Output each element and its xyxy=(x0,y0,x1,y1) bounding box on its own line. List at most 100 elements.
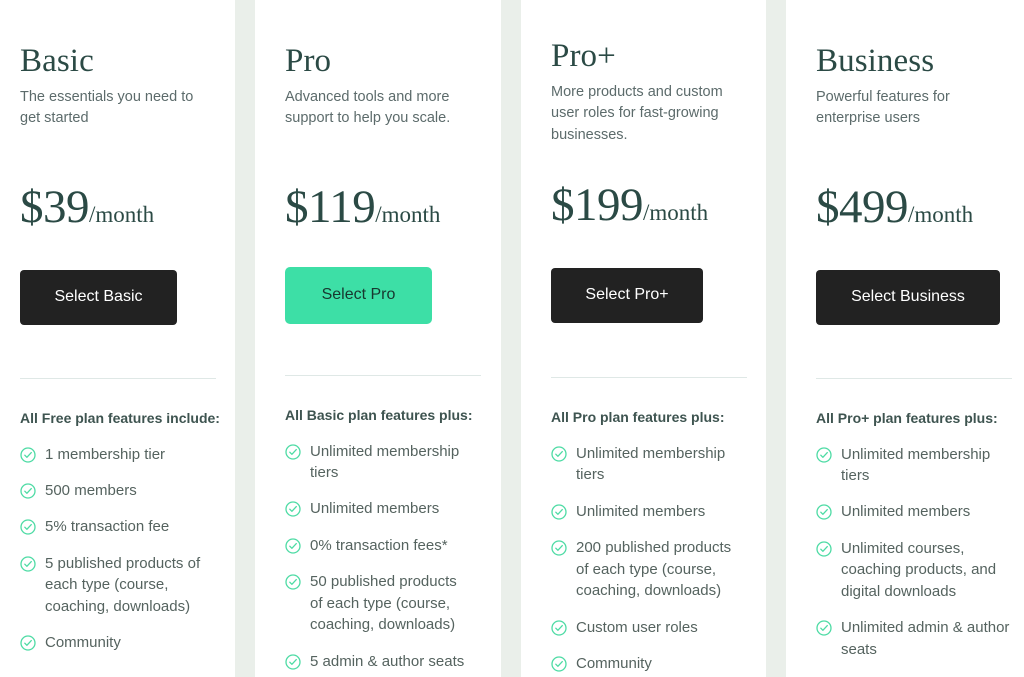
select-plan-button-pro[interactable]: Select Pro xyxy=(285,266,432,324)
plan-name: Pro xyxy=(285,43,332,79)
plan-name: Basic xyxy=(20,43,94,79)
feature-list-item: 1 membership tier xyxy=(20,444,215,465)
feature-label: Unlimited members xyxy=(576,502,706,520)
feature-list-item: Unlimited courses, coaching products, an… xyxy=(816,538,1011,602)
features-list: Unlimited membership tiers Unlimited mem… xyxy=(816,444,1011,661)
feature-label: 500 members xyxy=(45,482,137,500)
feature-list-item: Unlimited members xyxy=(285,498,468,519)
features-heading: All Basic plan features plus: xyxy=(285,406,473,423)
check-circle-icon xyxy=(285,501,301,518)
feature-label: Community xyxy=(45,634,121,652)
price-amount: $199 xyxy=(551,178,644,231)
select-plan-button-business[interactable]: Select Business xyxy=(816,269,1000,325)
check-circle-icon xyxy=(20,635,36,651)
check-circle-icon xyxy=(551,504,567,520)
feature-label: 50 published products of each type (cour… xyxy=(310,573,457,634)
price-amount: $119 xyxy=(285,180,376,233)
feature-label: 5 published products of each type (cours… xyxy=(45,554,201,615)
feature-label: Unlimited membership tiers xyxy=(576,444,726,484)
section-divider xyxy=(20,377,216,379)
plan-price: $39/month xyxy=(20,180,215,234)
pricing-plans-page: Basic The essentials you need to get sta… xyxy=(0,0,1024,677)
feature-label: 0% transaction fees* xyxy=(310,536,448,554)
check-circle-icon xyxy=(285,574,301,590)
price-period: /month xyxy=(375,201,441,227)
feature-list-item: 200 published products of each type (cou… xyxy=(551,537,744,601)
column-gutter-3 xyxy=(766,0,786,677)
feature-list-item: Unlimited membership tiers xyxy=(551,443,744,486)
features-list: Unlimited membership tiers Unlimited mem… xyxy=(551,443,744,675)
check-circle-icon xyxy=(285,443,301,460)
check-circle-icon xyxy=(816,620,832,636)
column-gutter-1 xyxy=(235,0,255,677)
select-plan-button-basic[interactable]: Select Basic xyxy=(20,269,177,325)
check-circle-icon xyxy=(20,556,36,572)
price-amount: $499 xyxy=(816,180,909,233)
feature-list-item: 5 published products of each type (cours… xyxy=(20,553,215,617)
feature-list-item: Community xyxy=(551,653,744,674)
check-circle-icon xyxy=(20,483,36,499)
check-circle-icon xyxy=(20,446,36,463)
feature-list-item: Unlimited membership tiers xyxy=(285,441,468,484)
feature-list-item: 0% transaction fees* xyxy=(285,535,468,556)
feature-label: Unlimited members xyxy=(310,500,440,518)
features-list: 1 membership tier 500 members 5% transac… xyxy=(20,444,215,654)
feature-label: Custom user roles xyxy=(576,618,698,636)
feature-list-item: Unlimited membership tiers xyxy=(816,444,1011,487)
feature-label: 5 admin & author seats xyxy=(310,652,465,670)
feature-label: Unlimited courses, coaching products, an… xyxy=(841,539,997,600)
feature-list-item: Community xyxy=(20,632,215,653)
column-gutter-2 xyxy=(501,0,521,677)
plan-card-pro: Pro Advanced tools and more support to h… xyxy=(255,0,490,677)
feature-list-item: Unlimited members xyxy=(816,501,1011,522)
feature-list-item: Unlimited members xyxy=(551,501,744,522)
section-divider xyxy=(551,376,747,378)
features-list: Unlimited membership tiers Unlimited mem… xyxy=(285,441,468,673)
plan-description: Powerful features for enterprise users xyxy=(816,88,950,127)
plan-card-pro-plus: Pro+ More products and custom user roles… xyxy=(521,0,756,677)
check-circle-icon xyxy=(285,538,301,554)
feature-list-item: 500 members xyxy=(20,480,215,501)
feature-label: Unlimited membership tiers xyxy=(310,442,460,482)
features-heading: All Pro plan features plus: xyxy=(551,408,725,425)
check-circle-icon xyxy=(816,504,832,521)
feature-list-item: 5% transaction fee xyxy=(20,516,215,537)
feature-label: Unlimited membership tiers xyxy=(841,445,991,485)
price-period: /month xyxy=(643,199,709,225)
section-divider xyxy=(285,374,481,376)
feature-list-item: 50 published products of each type (cour… xyxy=(285,571,468,635)
feature-list-item: Custom user roles xyxy=(551,617,744,638)
feature-label: Unlimited members xyxy=(841,503,971,521)
feature-list-item: Unlimited admin & author seats xyxy=(816,617,1011,660)
plan-card-basic: Basic The essentials you need to get sta… xyxy=(0,0,235,677)
feature-list-item: 5 admin & author seats xyxy=(285,651,468,672)
price-amount: $39 xyxy=(20,180,90,233)
feature-label: Community xyxy=(576,654,652,672)
plan-price: $499/month xyxy=(816,180,1011,234)
feature-label: 200 published products of each type (cou… xyxy=(576,539,732,600)
feature-label: 5% transaction fee xyxy=(45,518,170,536)
features-heading: All Pro+ plan features plus: xyxy=(816,409,998,426)
feature-label: Unlimited admin & author seats xyxy=(841,619,1010,658)
plan-name: Pro+ xyxy=(551,38,616,74)
check-circle-icon xyxy=(551,656,567,672)
select-plan-button-pro-plus[interactable]: Select Pro+ xyxy=(551,267,703,323)
plan-description: More products and custom user roles for … xyxy=(551,83,723,143)
price-period: /month xyxy=(89,201,155,227)
plan-name: Business xyxy=(816,43,935,79)
plan-card-business: Business Powerful features for enterpris… xyxy=(786,0,1021,677)
check-circle-icon xyxy=(551,540,567,556)
check-circle-icon xyxy=(816,541,832,557)
check-circle-icon xyxy=(551,619,567,636)
plan-description: The essentials you need to get started xyxy=(20,88,194,127)
feature-label: 1 membership tier xyxy=(45,445,166,463)
price-period: /month xyxy=(908,201,974,227)
plan-description: Advanced tools and more support to help … xyxy=(285,88,451,127)
check-circle-icon xyxy=(285,654,301,670)
check-circle-icon xyxy=(20,519,36,536)
plan-price: $199/month xyxy=(551,178,744,232)
section-divider xyxy=(816,377,1012,379)
plan-price: $119/month xyxy=(285,180,468,234)
check-circle-icon xyxy=(551,446,567,462)
features-heading: All Free plan features include: xyxy=(20,409,220,426)
